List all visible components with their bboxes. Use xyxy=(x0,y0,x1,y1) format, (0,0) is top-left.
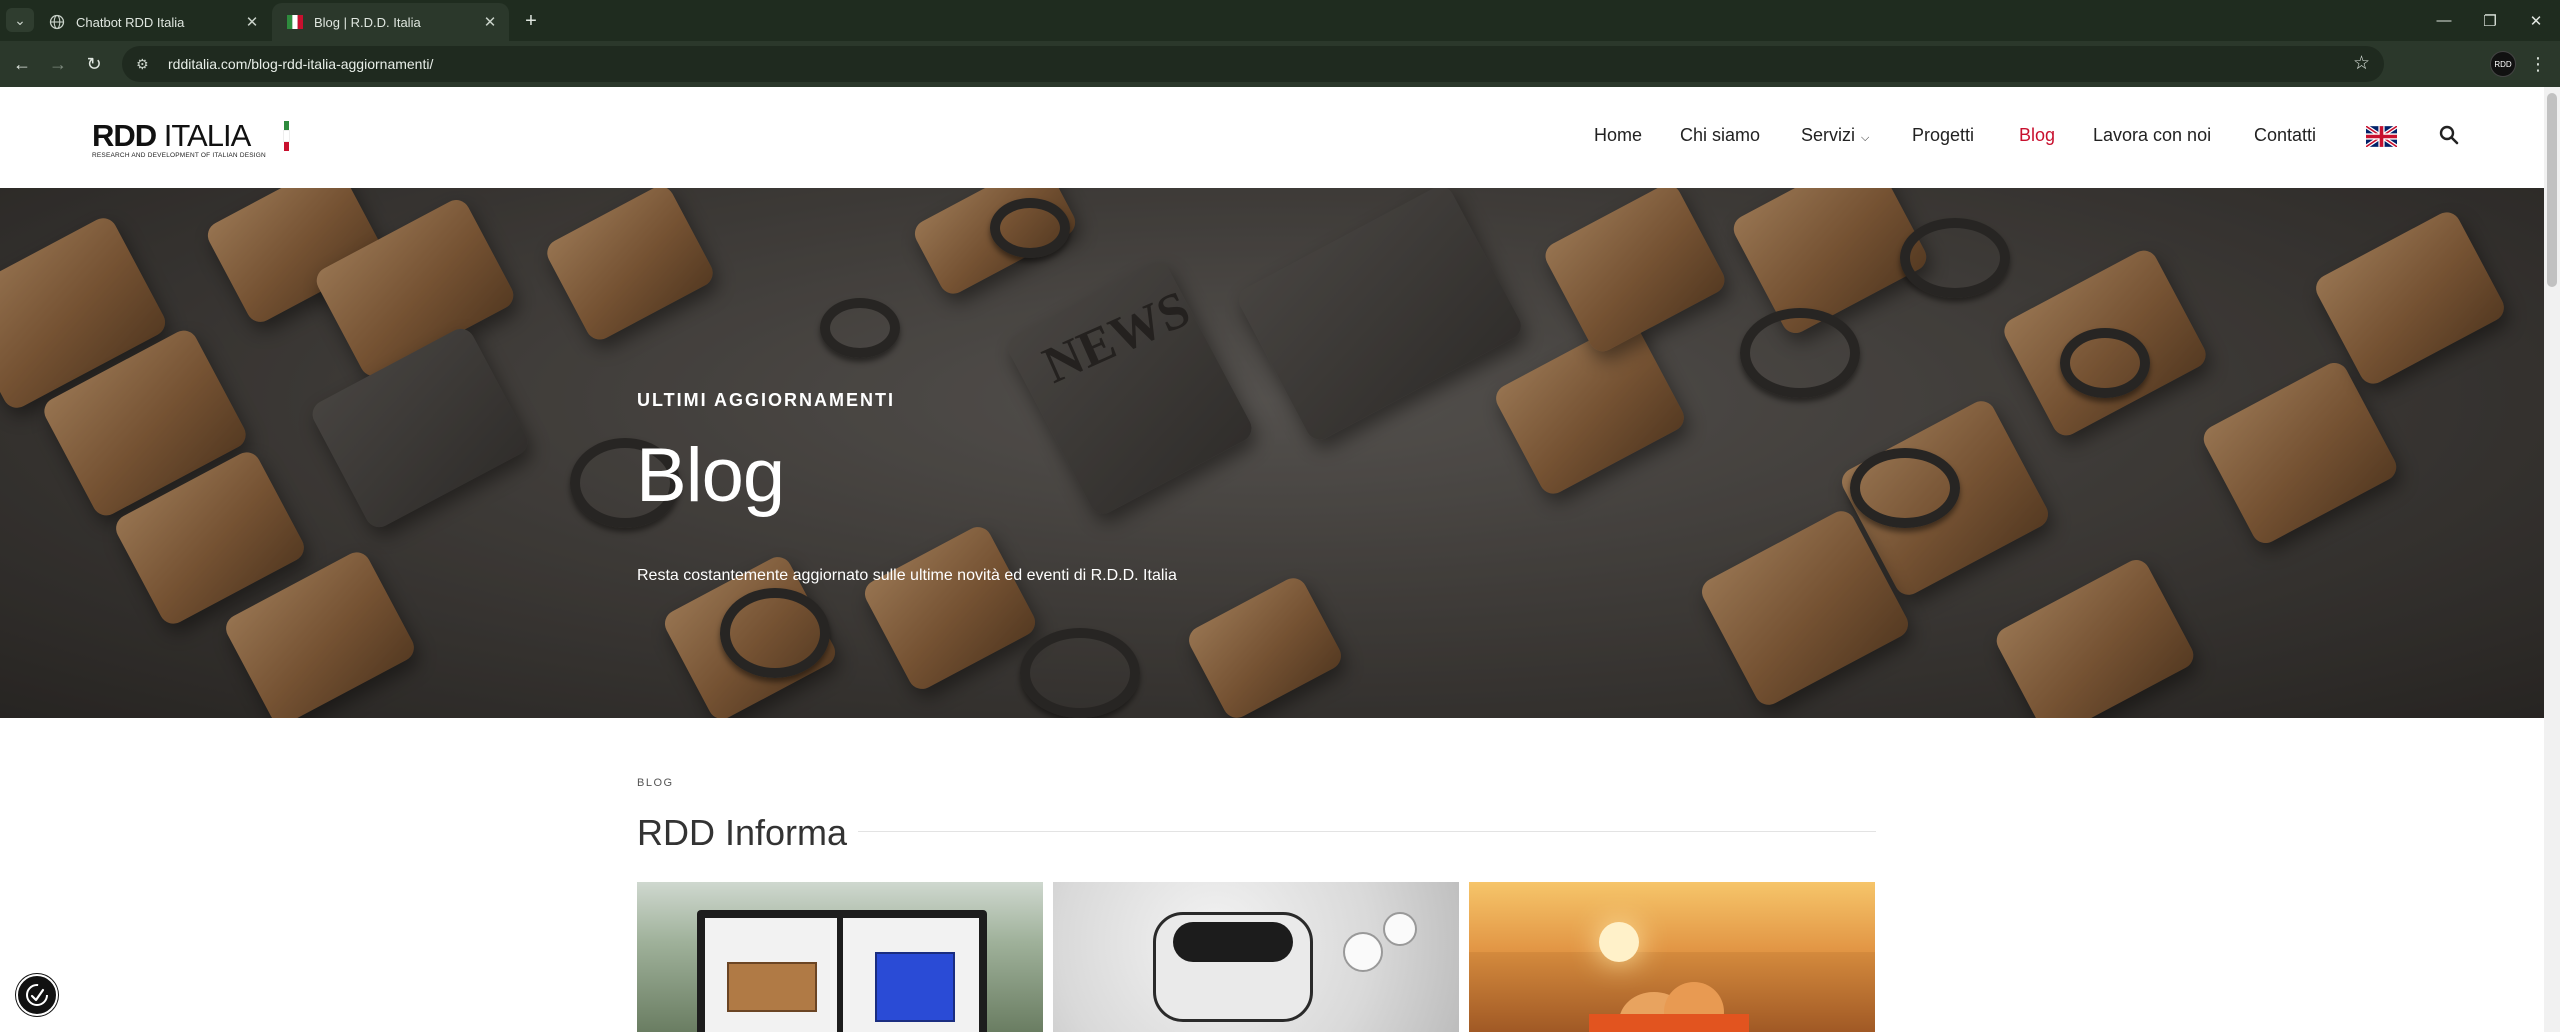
site-logo[interactable]: RDD ITALIA RESEARCH AND DEVELOPMENT OF I… xyxy=(92,118,302,161)
profile-avatar[interactable]: RDD xyxy=(2490,51,2516,77)
bookmark-star-icon[interactable]: ☆ xyxy=(2353,52,2370,75)
globe-icon xyxy=(48,13,66,31)
close-tab-icon[interactable]: ✕ xyxy=(479,11,501,33)
browser-tab-chatbot[interactable]: Chatbot RDD Italia ✕ xyxy=(34,3,271,41)
site-info-icon[interactable]: ⚙ xyxy=(136,56,158,73)
nav-blog[interactable]: Blog xyxy=(2019,125,2055,146)
tab-title: Blog | R.D.D. Italia xyxy=(314,14,421,30)
chevron-down-icon: ⌄ xyxy=(14,11,26,28)
close-window-icon[interactable]: ✕ xyxy=(2514,0,2558,41)
nav-servizi[interactable]: Servizi ⌵ xyxy=(1801,125,1869,146)
nav-servizi-label: Servizi xyxy=(1801,125,1856,145)
logo-word-bold: RDD xyxy=(92,118,157,153)
tab-title: Chatbot RDD Italia xyxy=(76,14,185,30)
scrollbar-thumb[interactable] xyxy=(2547,93,2557,287)
forward-arrow-icon[interactable]: → xyxy=(44,50,72,78)
restore-icon[interactable]: ❐ xyxy=(2468,0,2512,41)
browser-tab-bar: ⌄ Chatbot RDD Italia ✕ Blog | R.D.D. Ita… xyxy=(0,0,2560,41)
back-arrow-icon[interactable]: ← xyxy=(8,50,36,78)
browser-toolbar: ← → ↻ ⚙ rdditalia.com/blog-rdd-italia-ag… xyxy=(0,41,2560,87)
reload-icon[interactable]: ↻ xyxy=(80,50,108,78)
logo-tagline: RESEARCH AND DEVELOPMENT OF ITALIAN DESI… xyxy=(92,152,266,159)
new-tab-button[interactable]: + xyxy=(518,8,544,34)
hero-eyebrow: ULTIMI AGGIORNAMENTI xyxy=(637,390,895,410)
uk-flag-icon[interactable] xyxy=(2366,126,2397,147)
tab-search-button[interactable]: ⌄ xyxy=(6,8,34,32)
hero-banner: NEWS ULTIMI AGGIORNAMENTI Blog Resta cos… xyxy=(0,188,2544,718)
section-title: RDD Informa xyxy=(637,812,848,853)
nav-home[interactable]: Home xyxy=(1594,125,1642,146)
page-scrollbar[interactable] xyxy=(2544,87,2560,1032)
browser-tab-blog[interactable]: Blog | R.D.D. Italia ✕ xyxy=(272,3,509,41)
site-header: RDD ITALIA RESEARCH AND DEVELOPMENT OF I… xyxy=(0,87,2544,188)
blog-post-card-image[interactable] xyxy=(1469,882,1875,1032)
minimize-icon[interactable]: — xyxy=(2422,0,2466,41)
section-eyebrow: BLOG xyxy=(637,777,674,789)
close-tab-icon[interactable]: ✕ xyxy=(241,11,263,33)
nav-lavora-con-noi[interactable]: Lavora con noi xyxy=(2093,125,2211,146)
section-divider xyxy=(858,831,1876,832)
blog-post-card-image[interactable] xyxy=(637,882,1043,1032)
hero-subtitle: Resta costantemente aggiornato sulle ult… xyxy=(637,567,1177,584)
blog-post-card-image[interactable] xyxy=(1053,882,1459,1032)
url-text: rdditalia.com/blog-rdd-italia-aggiorname… xyxy=(168,56,434,72)
chevron-down-icon: ⌵ xyxy=(1861,132,1870,144)
logo-flag-mark xyxy=(283,121,290,151)
nav-contatti[interactable]: Contatti xyxy=(2254,125,2316,146)
accessibility-button[interactable] xyxy=(16,974,58,1016)
page-title: Blog xyxy=(636,433,785,518)
search-icon[interactable] xyxy=(2437,123,2461,147)
accessibility-icon xyxy=(26,984,48,1006)
logo-word-rest: ITALIA xyxy=(156,118,251,153)
address-bar[interactable]: ⚙ rdditalia.com/blog-rdd-italia-aggiorna… xyxy=(122,46,2384,82)
browser-menu-icon[interactable]: ⋮ xyxy=(2526,51,2550,77)
nav-chi-siamo[interactable]: Chi siamo xyxy=(1680,125,1760,146)
nav-progetti[interactable]: Progetti xyxy=(1912,125,1974,146)
italian-flag-icon xyxy=(286,13,304,31)
